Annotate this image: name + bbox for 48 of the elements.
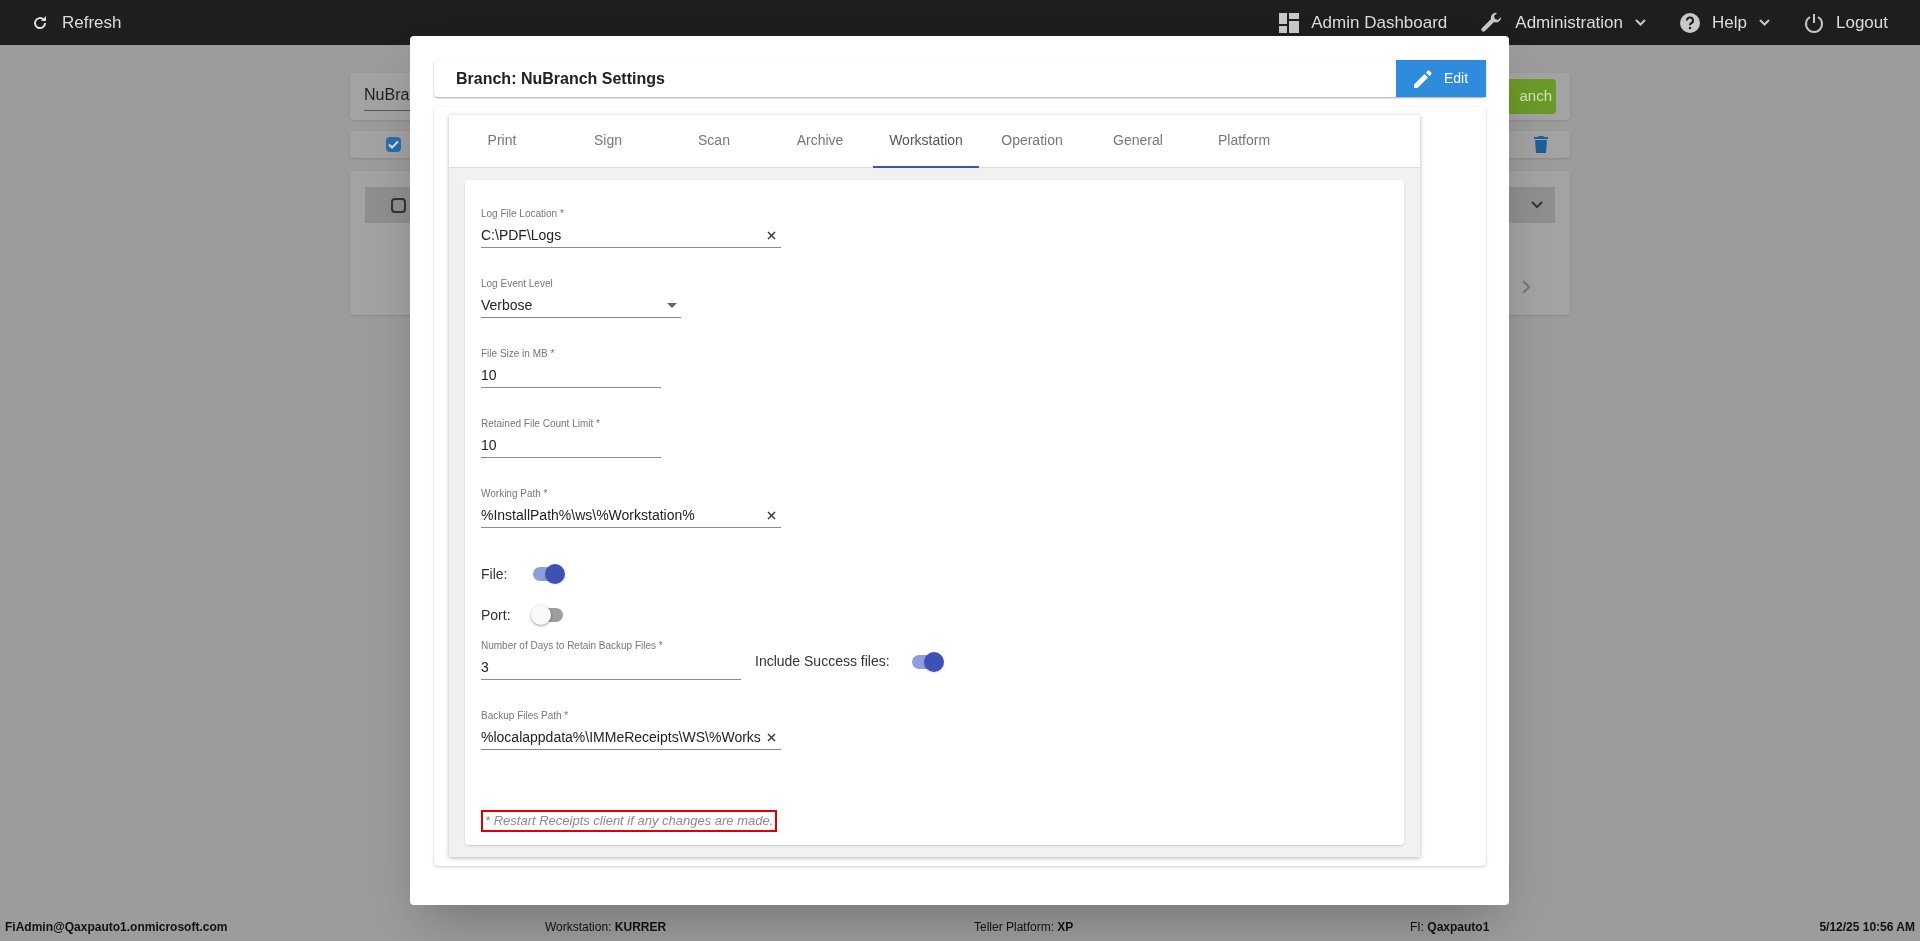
- input-field[interactable]: Backup Files Path * %localappdata%\IMMeReceipts\WS\%Works: [481, 709, 781, 750]
- help-icon: [1680, 12, 1701, 33]
- checkbox[interactable]: [386, 137, 401, 152]
- menu-item[interactable]: Administration: [1481, 9, 1647, 36]
- tab[interactable]: Scan: [661, 115, 767, 168]
- dialog-title: Branch: NuBranch Settings: [455, 68, 665, 89]
- restart-note: * Restart Receipts client if any changes are made.: [481, 810, 778, 832]
- input-field[interactable]: File Size in MB * 10: [481, 347, 661, 388]
- caret-down-icon: [1759, 19, 1770, 26]
- checkbox[interactable]: [391, 197, 406, 213]
- toggle-switch[interactable]: [531, 564, 565, 584]
- tab[interactable]: Archive: [767, 115, 873, 168]
- menu-item[interactable]: Help: [1680, 9, 1770, 36]
- clear-icon[interactable]: [767, 732, 776, 742]
- status-text: Teller Platform: XP: [974, 919, 1075, 936]
- tab[interactable]: Sign: [555, 115, 661, 168]
- input-field[interactable]: Working Path * %InstallPath%\ws\%Workstation%: [481, 487, 781, 528]
- status-text: 5/12/25 10:56 AM: [1819, 919, 1915, 936]
- status-text: FiAdmin@Qaxpauto1.onmicrosoft.com: [5, 919, 229, 936]
- input-field[interactable]: Number of Days to Retain Backup Files * 3: [481, 639, 741, 680]
- toggle-switch[interactable]: [531, 605, 565, 625]
- toggle-label: Include Success files:: [755, 652, 890, 671]
- tab[interactable]: General: [1085, 115, 1191, 168]
- wrench-icon: [1481, 11, 1504, 34]
- menu-item[interactable]: Admin Dashboard: [1279, 9, 1448, 36]
- trash-icon[interactable]: [1534, 136, 1548, 153]
- toggle-label: Port:: [481, 605, 512, 625]
- clear-icon[interactable]: [767, 230, 776, 240]
- status-text: FI: Qaxpauto1: [1410, 919, 1491, 936]
- refresh-icon: [32, 14, 48, 31]
- menu-item[interactable]: Logout: [1804, 9, 1888, 36]
- power-icon: [1804, 12, 1824, 33]
- input-field[interactable]: Log File Location * C:\PDF\Logs: [481, 207, 781, 248]
- clear-icon[interactable]: [767, 510, 776, 520]
- select-field[interactable]: Log Event Level Verbose: [481, 277, 681, 318]
- refresh-button[interactable]: Refresh: [32, 9, 122, 36]
- input-field[interactable]: Retained File Count Limit * 10: [481, 417, 661, 458]
- tab[interactable]: Platform: [1191, 115, 1297, 168]
- toggle-label: File:: [481, 564, 509, 584]
- chevron-down-icon[interactable]: [1531, 201, 1543, 209]
- tab[interactable]: Print: [449, 115, 555, 168]
- dropdown-arrow-icon: [667, 302, 677, 308]
- caret-down-icon: [1635, 19, 1647, 26]
- dashboard-icon: [1279, 12, 1300, 33]
- edit-button[interactable]: Edit: [1396, 60, 1486, 97]
- status-text: Workstation: KURRER: [545, 919, 668, 936]
- tab[interactable]: Operation: [979, 115, 1085, 168]
- pencil-icon: [1413, 69, 1432, 88]
